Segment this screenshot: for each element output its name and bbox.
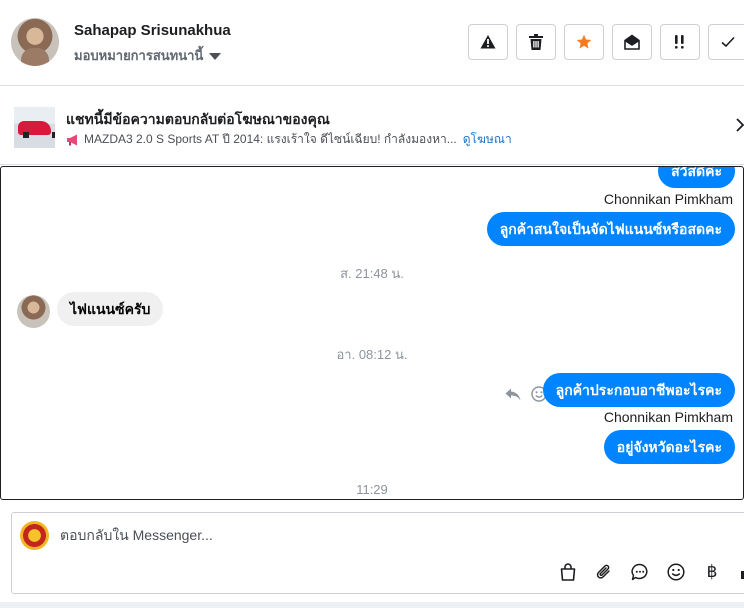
sender-name: Chonnikan Pimkham — [603, 409, 733, 425]
outgoing-message[interactable]: สวัสดีค่ะ — [658, 167, 735, 188]
conversation-header: Sahapap Srisunakhua มอบหมายการสนทนานี้ — [0, 0, 744, 86]
mark-spam-button[interactable] — [468, 24, 508, 60]
timestamp: อา. 08:12 น. — [336, 347, 408, 362]
chevron-right-icon[interactable] — [736, 118, 744, 132]
incoming-message[interactable]: ไฟแนนซ์ครับ — [57, 292, 164, 326]
baht-payment-icon[interactable]: ฿ — [701, 561, 723, 583]
star-button[interactable] — [564, 24, 604, 60]
envelope-open-icon — [624, 34, 640, 50]
assign-label: มอบหมายการสนทนานี้ — [74, 48, 204, 63]
timestamp: 11:29 — [356, 482, 388, 497]
assign-conversation-dropdown[interactable]: มอบหมายการสนทนานี้ — [74, 45, 222, 66]
reply-icon[interactable] — [505, 388, 521, 401]
delete-button[interactable] — [516, 24, 556, 60]
page-avatar — [20, 521, 49, 550]
ad-context-banner[interactable]: แชทนี้มีข้อความตอบกลับต่อโฆษณาของคุณ MAZ… — [0, 87, 744, 165]
megaphone-icon — [67, 134, 77, 145]
shopping-bag-icon[interactable] — [557, 561, 579, 583]
message-actions — [505, 386, 547, 402]
mark-done-button[interactable] — [708, 24, 744, 60]
follow-up-button[interactable] — [660, 24, 700, 60]
star-icon — [576, 34, 592, 49]
ad-banner-title: แชทนี้มีข้อความตอบกลับต่อโฆษณาของคุณ — [66, 111, 330, 127]
caret-down-icon — [209, 52, 222, 60]
warning-icon — [480, 35, 496, 49]
reply-input[interactable] — [60, 527, 660, 543]
outgoing-message[interactable]: ลูกค้าสนใจเป็นจัดไฟแนนซ์หรือสดคะ — [486, 212, 735, 246]
emoji-icon[interactable] — [665, 561, 687, 583]
trash-icon — [529, 34, 543, 50]
view-ad-link[interactable]: ดูโฆษณา — [463, 130, 512, 149]
outgoing-message[interactable]: ลูกค้าประกอบอาชีพอะไรคะ — [542, 373, 735, 407]
composer-toolbar: ฿ — [557, 561, 744, 583]
reply-composer: ฿ — [11, 512, 744, 594]
sender-name: Chonnikan Pimkham — [603, 191, 733, 207]
mark-unread-button[interactable] — [612, 24, 652, 60]
ad-summary: MAZDA3 2.0 S Sports AT ปี 2014: แรงเร้าใ… — [84, 132, 457, 146]
like-icon[interactable] — [737, 561, 744, 583]
ad-thumbnail — [14, 107, 55, 148]
ad-summary-line: MAZDA3 2.0 S Sports AT ปี 2014: แรงเร้าใ… — [66, 130, 512, 149]
message-thread[interactable]: สวัสดีค่ะ Chonnikan Pimkham ลูกค้าสนใจเป… — [0, 166, 744, 500]
follow-up-icon — [675, 35, 684, 49]
saved-reply-icon[interactable] — [629, 561, 651, 583]
paperclip-icon[interactable] — [593, 561, 615, 583]
outgoing-message[interactable]: อยู่จังหวัดอะไรคะ — [603, 430, 735, 464]
contact-avatar-small — [17, 295, 50, 328]
contact-name[interactable]: Sahapap Srisunakhua — [74, 22, 231, 39]
check-icon — [721, 36, 735, 48]
bottom-strip — [0, 602, 744, 608]
timestamp: ส. 21:48 น. — [340, 266, 404, 281]
contact-avatar[interactable] — [11, 18, 59, 66]
